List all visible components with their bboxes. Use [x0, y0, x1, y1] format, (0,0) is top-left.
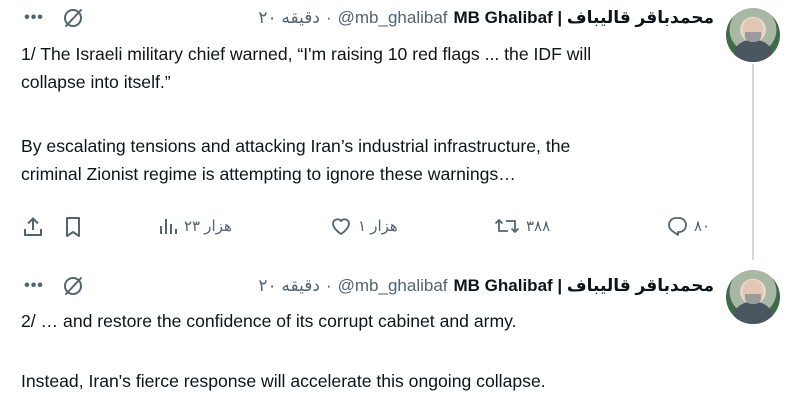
time-ago[interactable]: ۲۰ دقیقه [258, 276, 320, 296]
more-icon[interactable]: ••• [22, 6, 46, 30]
separator: · [325, 276, 332, 295]
bookmark-button[interactable] [64, 216, 82, 238]
retweet-count: ۳۸۸ [526, 218, 551, 235]
bookmark-icon [66, 217, 80, 237]
like-button[interactable]: ۱ هزار [330, 216, 398, 236]
separator: · [325, 8, 332, 27]
tweet-text-line: Instead, Iran's fierce response will acc… [21, 371, 546, 391]
display-name[interactable]: MB Ghalibaf | محمدباقر قالیباف [454, 276, 714, 296]
tweet-text-line: criminal Zionist regime is attempting to… [21, 164, 516, 184]
views-icon [160, 219, 177, 234]
avatar[interactable] [726, 8, 780, 62]
handle[interactable]: @mb_ghalibaf [338, 8, 448, 28]
tweet-header: ۲۰ دقیقه · @mb_ghalibaf MB Ghalibaf | مح… [258, 274, 714, 298]
reply-count: ۸۰ [694, 218, 711, 235]
handle[interactable]: @mb_ghalibaf [338, 276, 448, 296]
tweet-text-line: 1/ The Israeli military chief warned, “I… [21, 44, 592, 64]
retweet-icon [494, 218, 520, 234]
heart-icon [332, 218, 350, 235]
reply-button[interactable]: ۸۰ [666, 216, 710, 236]
views-button[interactable]: ۲۳ هزار [158, 216, 232, 236]
tweet-header: ۲۰ دقیقه · @mb_ghalibaf MB Ghalibaf | مح… [258, 6, 714, 30]
tweet-2[interactable]: ••• ۲۰ دقیقه · @mb_ghalibaf MB Ghalibaf … [0, 262, 800, 402]
tweet-text-line: By escalating tensions and attacking Ira… [21, 136, 571, 156]
retweet-button[interactable]: ۳۸۸ [494, 216, 550, 236]
reply-icon [668, 217, 687, 236]
time-ago[interactable]: ۲۰ دقیقه [258, 8, 320, 28]
tweet-1[interactable]: ••• ۲۰ دقیقه · @mb_ghalibaf MB Ghalibaf … [0, 0, 800, 262]
view-count: ۲۳ هزار [184, 218, 232, 235]
more-icon[interactable]: ••• [22, 274, 46, 298]
tweet-text-line: 2/ … and restore the confidence of its c… [21, 311, 517, 331]
avatar[interactable] [726, 270, 780, 324]
action-bar: ۸۰ ۳۸۸ ۱ هزار ۲۳ هزار [0, 212, 800, 242]
tweet-text-line: collapse into itself.” [21, 72, 171, 92]
grok-icon[interactable] [62, 275, 84, 297]
share-icon [24, 217, 42, 236]
like-count: ۱ هزار [358, 218, 398, 235]
display-name[interactable]: MB Ghalibaf | محمدباقر قالیباف [454, 8, 714, 28]
share-button[interactable] [22, 216, 44, 238]
grok-icon[interactable] [62, 7, 84, 29]
